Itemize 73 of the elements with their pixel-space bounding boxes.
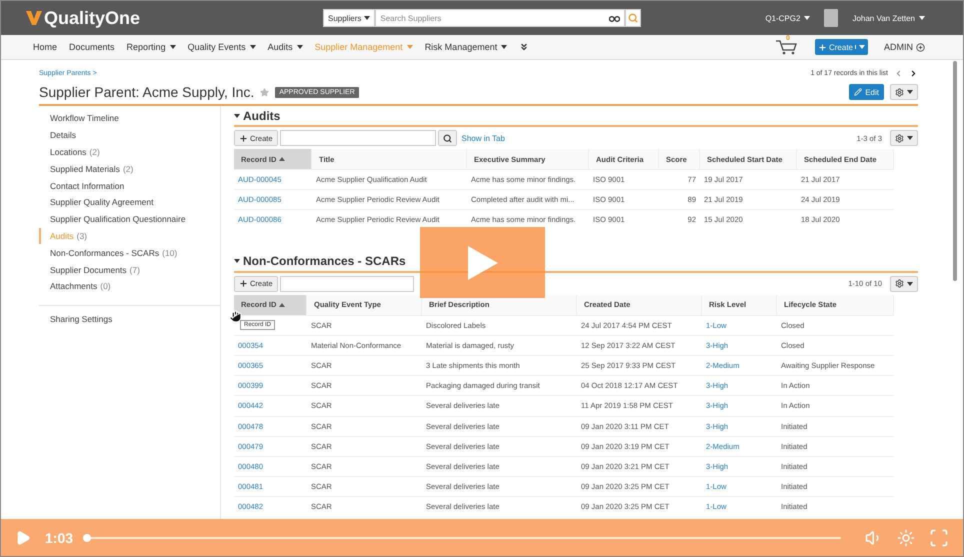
edit-button[interactable]: Edit <box>849 84 884 100</box>
play-overlay-button[interactable] <box>420 227 545 298</box>
section-title: Audits <box>243 108 280 122</box>
search-button[interactable] <box>625 9 642 27</box>
video-time: 1:03 <box>45 530 74 546</box>
avatar-placeholder <box>824 9 838 27</box>
nav-item[interactable]: Quality Events <box>188 42 256 52</box>
filter-field[interactable] <box>280 276 414 292</box>
user-menu[interactable]: Johan Van Zetten <box>852 14 925 22</box>
sharing-settings-link[interactable]: Sharing Settings <box>39 304 220 324</box>
play-icon[interactable] <box>15 530 31 546</box>
settings-dropdown[interactable] <box>890 84 918 100</box>
sort-up-icon <box>279 157 286 161</box>
sidebar-item[interactable]: Workflow Timeline <box>39 110 220 127</box>
sidebar-item[interactable]: Details <box>39 126 220 144</box>
search-icon <box>442 134 452 142</box>
play-icon <box>468 246 498 280</box>
nav-item[interactable]: Audits <box>268 42 303 52</box>
search-button[interactable] <box>438 130 457 146</box>
nav-item[interactable]: Home <box>33 42 58 52</box>
sidebar-item[interactable]: Supplied Materials (2) <box>39 160 220 178</box>
more-icon[interactable] <box>519 42 530 52</box>
sidebar-item[interactable]: Locations (2) <box>39 144 220 160</box>
plus-icon <box>239 134 248 142</box>
search-icon <box>628 13 638 23</box>
create-button[interactable]: Create <box>814 39 868 55</box>
star-icon[interactable] <box>260 88 270 96</box>
sidebar-item[interactable]: Supplier Qualification Questionnaire <box>39 210 220 228</box>
sidebar-item[interactable]: Supplier Quality Agreement <box>39 194 220 211</box>
sort-up-icon <box>279 302 286 307</box>
sidebar-item[interactable]: Contact Information <box>39 177 220 194</box>
plus-icon <box>239 279 248 288</box>
circle-plus-icon <box>916 42 925 52</box>
section-title: Non-Conformances - SCARs <box>243 254 406 268</box>
table-settings-dropdown[interactable] <box>890 130 918 146</box>
caret-icon <box>859 45 865 49</box>
sidebar-item[interactable]: Non-Conformances - SCARs (10) <box>39 244 220 262</box>
caret-icon <box>804 16 810 20</box>
gear-icon <box>895 134 904 142</box>
nav-item[interactable]: Reporting <box>126 42 176 52</box>
caret-icon <box>907 136 913 140</box>
caret-icon <box>919 16 925 20</box>
table-settings-dropdown[interactable] <box>890 276 918 292</box>
caret-icon <box>234 259 240 264</box>
logo-icon <box>26 10 42 26</box>
gear-icon <box>895 88 904 96</box>
logo-text: QualityOne <box>44 8 140 28</box>
caret-icon <box>907 282 913 286</box>
filter-field[interactable] <box>280 130 436 146</box>
settings-icon[interactable] <box>897 528 915 546</box>
search-scope-dropdown[interactable]: Suppliers <box>323 9 376 27</box>
caret-icon <box>364 16 370 20</box>
page-title: Supplier Parent: Acme Supply, Inc. <box>39 84 254 100</box>
admin-menu[interactable]: ADMIN <box>884 42 925 52</box>
vault-menu[interactable]: Q1-CPG2 <box>765 14 810 22</box>
fullscreen-icon[interactable] <box>929 528 949 548</box>
hand-cursor-icon <box>229 310 242 323</box>
next-icon[interactable] <box>909 68 918 78</box>
search-field[interactable]: Search Suppliers <box>375 9 626 27</box>
nav-item[interactable]: Documents <box>69 42 115 52</box>
gear-icon <box>895 279 904 288</box>
show-in-tab-link[interactable]: Show in Tab <box>462 134 505 142</box>
pencil-icon <box>854 88 862 96</box>
nav-item[interactable]: Risk Management <box>424 42 508 52</box>
progress-thumb[interactable] <box>83 534 92 542</box>
previous-icon[interactable] <box>894 68 903 78</box>
sidebar-item[interactable]: Audits (3) <box>39 228 220 244</box>
sidebar-item[interactable]: Supplier Documents (7) <box>39 261 220 278</box>
binoculars-icon <box>609 14 620 22</box>
plus-icon <box>818 42 827 52</box>
caret-icon <box>234 114 240 118</box>
caret-icon <box>907 90 913 94</box>
sidebar-item[interactable]: Attachments (0) <box>39 278 220 295</box>
